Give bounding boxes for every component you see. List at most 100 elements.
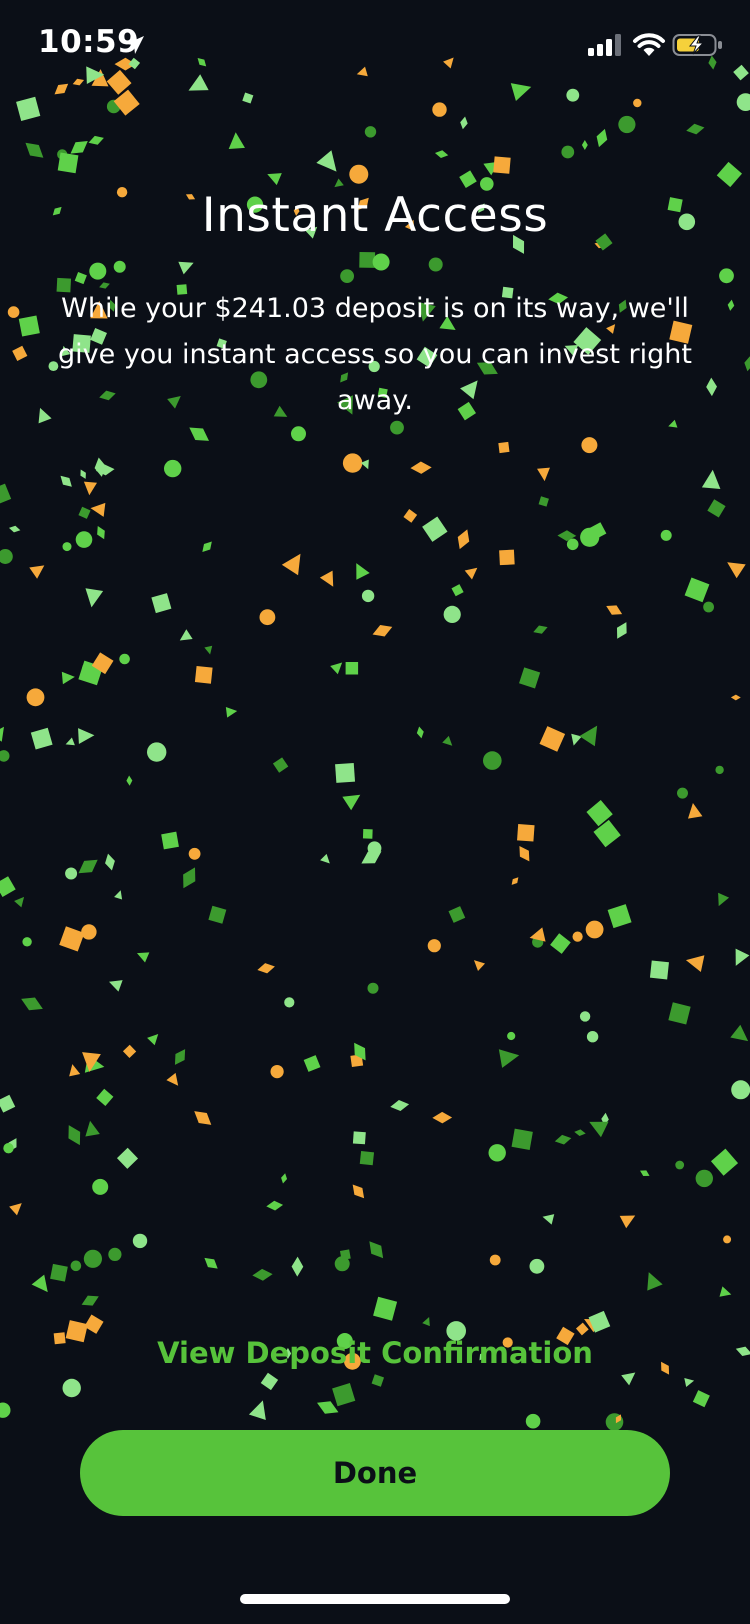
confetti-piece	[164, 459, 182, 478]
confetti-piece	[9, 1203, 22, 1216]
confetti-piece	[716, 161, 742, 188]
confetti-piece	[367, 841, 382, 856]
confetti-piece	[132, 1233, 148, 1249]
confetti-piece	[342, 453, 363, 473]
confetti-piece	[83, 481, 98, 496]
confetti-piece	[488, 1144, 506, 1162]
confetti-piece	[601, 1112, 609, 1126]
confetti-piece	[82, 1052, 101, 1072]
confetti-piece	[703, 601, 714, 613]
confetti-piece	[270, 1065, 284, 1079]
confetti-piece	[498, 441, 510, 454]
confetti-piece	[242, 92, 254, 104]
confetti-piece	[615, 1414, 621, 1424]
confetti-piece	[586, 1031, 599, 1043]
confetti-piece	[30, 727, 53, 750]
confetti-piece	[303, 1055, 321, 1072]
confetti-piece	[161, 831, 179, 850]
confetti-piece	[78, 859, 98, 874]
confetti-piece	[519, 846, 530, 862]
wifi-icon	[633, 33, 665, 56]
confetti-piece	[78, 728, 95, 745]
confetti-piece	[260, 1372, 279, 1391]
confetti-piece	[84, 1314, 104, 1334]
confetti-piece	[342, 794, 361, 811]
confetti-piece	[8, 525, 21, 533]
confetti-piece	[259, 609, 276, 626]
confetti-piece	[8, 1138, 17, 1152]
confetti-piece	[361, 589, 375, 603]
confetti-piece	[511, 877, 519, 885]
confetti-piece	[706, 377, 717, 397]
confetti-piece	[0, 726, 4, 742]
confetti-piece	[194, 1111, 212, 1125]
confetti-piece	[571, 733, 582, 746]
confetti-piece	[579, 725, 598, 747]
cellular-signal-icon	[588, 34, 621, 56]
confetti-piece	[183, 867, 196, 889]
confetti-piece	[561, 145, 575, 159]
confetti-piece	[647, 1272, 663, 1291]
confetti-piece	[557, 530, 577, 542]
confetti-piece	[3, 1143, 14, 1154]
confetti-piece	[361, 851, 382, 864]
confetti-piece	[204, 645, 213, 655]
confetti-piece	[69, 1064, 81, 1077]
confetti-piece	[352, 1131, 366, 1145]
confetti-piece	[18, 315, 40, 337]
confetti-piece	[291, 1256, 304, 1277]
confetti-piece	[369, 1241, 384, 1259]
confetti-piece	[584, 1319, 601, 1333]
confetti-piece	[427, 939, 441, 953]
confetti-piece	[493, 156, 511, 174]
confetti-piece	[633, 98, 642, 108]
confetti-piece	[581, 139, 588, 151]
confetti-piece	[248, 1400, 266, 1420]
confetti-piece	[22, 937, 32, 947]
confetti-piece	[31, 1274, 48, 1293]
confetti-piece	[68, 1125, 81, 1146]
confetti-piece	[114, 890, 123, 900]
confetti-piece	[483, 751, 502, 770]
confetti-piece	[335, 762, 356, 783]
confetti-piece	[359, 251, 376, 268]
confetti-piece	[511, 1128, 533, 1150]
confetti-piece	[97, 526, 105, 540]
confetti-piece	[618, 115, 636, 134]
confetti-piece	[284, 997, 295, 1008]
view-deposit-confirmation-link[interactable]: View Deposit Confirmation	[0, 1336, 750, 1370]
confetti-piece	[464, 567, 478, 580]
confetti-piece	[0, 1094, 16, 1113]
confetti-piece	[147, 1034, 159, 1046]
confetti-piece	[62, 1378, 81, 1398]
confetti-piece	[89, 262, 107, 280]
done-button[interactable]: Done	[80, 1430, 670, 1516]
confetti-piece	[539, 726, 566, 752]
confetti-piece	[94, 457, 106, 477]
confetti-piece	[91, 652, 114, 675]
confetti-piece	[566, 88, 580, 102]
confetti-piece	[109, 980, 123, 992]
confetti-piece	[0, 549, 13, 564]
confetti-piece	[349, 164, 369, 184]
confetti-piece	[606, 605, 623, 615]
confetti-piece	[367, 982, 379, 994]
confetti-piece	[320, 853, 330, 864]
confetti-piece	[372, 253, 390, 271]
confetti-piece	[0, 876, 16, 897]
confetti-piece	[566, 538, 579, 551]
confetti-piece	[178, 261, 194, 275]
confetti-piece	[188, 847, 201, 860]
confetti-piece	[317, 1401, 339, 1414]
confetti-piece	[373, 1296, 398, 1321]
home-indicator	[240, 1594, 510, 1604]
confetti-piece	[483, 161, 499, 176]
confetti-piece	[640, 1170, 650, 1176]
battery-charging-icon	[672, 34, 722, 56]
confetti-piece	[105, 853, 115, 871]
confetti-piece	[403, 509, 418, 523]
confetti-piece	[451, 584, 464, 597]
confetti-piece	[59, 926, 85, 952]
confetti-piece	[50, 1263, 68, 1282]
confetti-piece	[166, 1072, 179, 1086]
